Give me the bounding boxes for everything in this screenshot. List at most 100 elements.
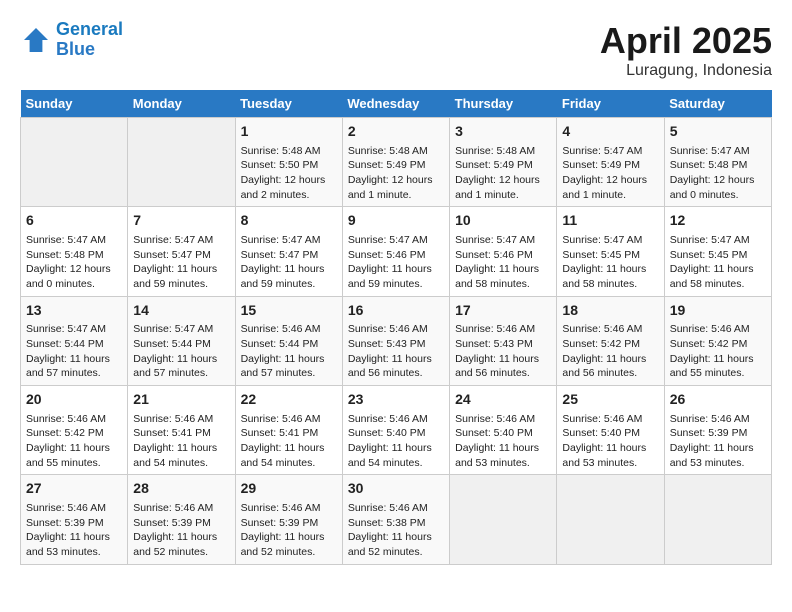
header-thursday: Thursday xyxy=(450,90,557,118)
calendar-cell xyxy=(664,475,771,564)
day-info: Sunrise: 5:48 AMSunset: 5:50 PMDaylight:… xyxy=(241,145,326,201)
day-info: Sunrise: 5:46 AMSunset: 5:38 PMDaylight:… xyxy=(348,502,432,558)
header-monday: Monday xyxy=(128,90,235,118)
header-saturday: Saturday xyxy=(664,90,771,118)
day-info: Sunrise: 5:47 AMSunset: 5:48 PMDaylight:… xyxy=(670,145,755,201)
day-info: Sunrise: 5:46 AMSunset: 5:39 PMDaylight:… xyxy=(26,502,110,558)
day-info: Sunrise: 5:47 AMSunset: 5:46 PMDaylight:… xyxy=(348,234,432,290)
calendar-cell: 30 Sunrise: 5:46 AMSunset: 5:38 PMDayligh… xyxy=(342,475,449,564)
calendar-cell: 17Sunrise: 5:46 AMSunset: 5:43 PMDayligh… xyxy=(450,296,557,385)
day-number: 6 xyxy=(26,211,122,231)
calendar-cell: 8 Sunrise: 5:47 AMSunset: 5:47 PMDaylight… xyxy=(235,207,342,296)
calendar-cell: 29Sunrise: 5:46 AMSunset: 5:39 PMDayligh… xyxy=(235,475,342,564)
calendar-cell xyxy=(21,118,128,207)
day-info: Sunrise: 5:46 AMSunset: 5:41 PMDaylight:… xyxy=(241,413,325,469)
day-number: 11 xyxy=(562,211,658,231)
calendar-cell: 7Sunrise: 5:47 AMSunset: 5:47 PMDaylight… xyxy=(128,207,235,296)
day-number: 25 xyxy=(562,390,658,410)
day-info: Sunrise: 5:46 AMSunset: 5:43 PMDaylight:… xyxy=(455,323,539,379)
calendar-cell: 26Sunrise: 5:46 AMSunset: 5:39 PMDayligh… xyxy=(664,386,771,475)
day-number: 5 xyxy=(670,122,766,142)
calendar-week-row: 13Sunrise: 5:47 AMSunset: 5:44 PMDayligh… xyxy=(21,296,772,385)
calendar-cell: 2 Sunrise: 5:48 AMSunset: 5:49 PMDaylight… xyxy=(342,118,449,207)
day-number: 8 xyxy=(241,211,337,231)
day-number: 9 xyxy=(348,211,444,231)
day-number: 17 xyxy=(455,301,551,321)
calendar-cell: 5 Sunrise: 5:47 AMSunset: 5:48 PMDaylight… xyxy=(664,118,771,207)
day-info: Sunrise: 5:47 AMSunset: 5:45 PMDaylight:… xyxy=(562,234,646,290)
day-info: Sunrise: 5:47 AMSunset: 5:47 PMDaylight:… xyxy=(133,234,217,290)
day-info: Sunrise: 5:47 AMSunset: 5:48 PMDaylight:… xyxy=(26,234,111,290)
page-title: April 2025 xyxy=(600,20,772,62)
calendar-cell: 24 Sunrise: 5:46 AMSunset: 5:40 PMDayligh… xyxy=(450,386,557,475)
day-number: 29 xyxy=(241,479,337,499)
day-info: Sunrise: 5:46 AMSunset: 5:40 PMDaylight:… xyxy=(455,413,539,469)
title-block: April 2025 Luragung, Indonesia xyxy=(600,20,772,80)
day-info: Sunrise: 5:46 AMSunset: 5:43 PMDaylight:… xyxy=(348,323,432,379)
day-number: 15 xyxy=(241,301,337,321)
day-number: 1 xyxy=(241,122,337,142)
calendar-week-row: 20Sunrise: 5:46 AMSunset: 5:42 PMDayligh… xyxy=(21,386,772,475)
calendar-cell: 4Sunrise: 5:47 AMSunset: 5:49 PMDaylight… xyxy=(557,118,664,207)
calendar-cell: 15Sunrise: 5:46 AMSunset: 5:44 PMDayligh… xyxy=(235,296,342,385)
calendar-cell: 3 Sunrise: 5:48 AMSunset: 5:49 PMDaylight… xyxy=(450,118,557,207)
day-info: Sunrise: 5:47 AMSunset: 5:47 PMDaylight:… xyxy=(241,234,325,290)
day-number: 22 xyxy=(241,390,337,410)
day-number: 14 xyxy=(133,301,229,321)
day-info: Sunrise: 5:46 AMSunset: 5:40 PMDaylight:… xyxy=(348,413,432,469)
calendar-cell: 11 Sunrise: 5:47 AMSunset: 5:45 PMDayligh… xyxy=(557,207,664,296)
day-number: 19 xyxy=(670,301,766,321)
day-number: 16 xyxy=(348,301,444,321)
day-number: 4 xyxy=(562,122,658,142)
header-tuesday: Tuesday xyxy=(235,90,342,118)
day-number: 18 xyxy=(562,301,658,321)
calendar-cell: 18Sunrise: 5:46 AMSunset: 5:42 PMDayligh… xyxy=(557,296,664,385)
day-number: 10 xyxy=(455,211,551,231)
day-info: Sunrise: 5:48 AMSunset: 5:49 PMDaylight:… xyxy=(455,145,540,201)
day-info: Sunrise: 5:46 AMSunset: 5:42 PMDaylight:… xyxy=(670,323,754,379)
calendar-cell: 23 Sunrise: 5:46 AMSunset: 5:40 PMDayligh… xyxy=(342,386,449,475)
calendar-cell: 19Sunrise: 5:46 AMSunset: 5:42 PMDayligh… xyxy=(664,296,771,385)
calendar-cell: 27 Sunrise: 5:46 AMSunset: 5:39 PMDayligh… xyxy=(21,475,128,564)
calendar-cell: 20Sunrise: 5:46 AMSunset: 5:42 PMDayligh… xyxy=(21,386,128,475)
calendar-week-row: 1 Sunrise: 5:48 AMSunset: 5:50 PMDaylight… xyxy=(21,118,772,207)
day-number: 3 xyxy=(455,122,551,142)
calendar-cell: 22 Sunrise: 5:46 AMSunset: 5:41 PMDayligh… xyxy=(235,386,342,475)
day-number: 23 xyxy=(348,390,444,410)
day-info: Sunrise: 5:46 AMSunset: 5:44 PMDaylight:… xyxy=(241,323,325,379)
calendar-cell: 16Sunrise: 5:46 AMSunset: 5:43 PMDayligh… xyxy=(342,296,449,385)
day-number: 13 xyxy=(26,301,122,321)
logo-icon xyxy=(20,24,52,56)
calendar-cell xyxy=(128,118,235,207)
day-info: Sunrise: 5:46 AMSunset: 5:42 PMDaylight:… xyxy=(562,323,646,379)
day-info: Sunrise: 5:46 AMSunset: 5:42 PMDaylight:… xyxy=(26,413,110,469)
day-number: 2 xyxy=(348,122,444,142)
calendar-cell: 1 Sunrise: 5:48 AMSunset: 5:50 PMDaylight… xyxy=(235,118,342,207)
calendar-cell xyxy=(557,475,664,564)
day-info: Sunrise: 5:47 AMSunset: 5:46 PMDaylight:… xyxy=(455,234,539,290)
day-info: Sunrise: 5:47 AMSunset: 5:45 PMDaylight:… xyxy=(670,234,754,290)
header-friday: Friday xyxy=(557,90,664,118)
calendar-cell: 21Sunrise: 5:46 AMSunset: 5:41 PMDayligh… xyxy=(128,386,235,475)
day-number: 30 xyxy=(348,479,444,499)
day-number: 26 xyxy=(670,390,766,410)
calendar-table: Sunday Monday Tuesday Wednesday Thursday… xyxy=(20,90,772,565)
calendar-cell: 28Sunrise: 5:46 AMSunset: 5:39 PMDayligh… xyxy=(128,475,235,564)
day-number: 24 xyxy=(455,390,551,410)
day-info: Sunrise: 5:46 AMSunset: 5:40 PMDaylight:… xyxy=(562,413,646,469)
calendar-week-row: 6 Sunrise: 5:47 AMSunset: 5:48 PMDaylight… xyxy=(21,207,772,296)
day-number: 28 xyxy=(133,479,229,499)
day-info: Sunrise: 5:48 AMSunset: 5:49 PMDaylight:… xyxy=(348,145,433,201)
day-info: Sunrise: 5:47 AMSunset: 5:44 PMDaylight:… xyxy=(26,323,110,379)
calendar-cell: 25 Sunrise: 5:46 AMSunset: 5:40 PMDayligh… xyxy=(557,386,664,475)
logo-line2: Blue xyxy=(56,39,95,59)
logo-text: General Blue xyxy=(56,20,123,60)
page-header: General Blue April 2025 Luragung, Indone… xyxy=(20,20,772,80)
logo: General Blue xyxy=(20,20,123,60)
calendar-cell: 6 Sunrise: 5:47 AMSunset: 5:48 PMDaylight… xyxy=(21,207,128,296)
calendar-cell: 9 Sunrise: 5:47 AMSunset: 5:46 PMDaylight… xyxy=(342,207,449,296)
day-number: 27 xyxy=(26,479,122,499)
calendar-cell: 14Sunrise: 5:47 AMSunset: 5:44 PMDayligh… xyxy=(128,296,235,385)
calendar-week-row: 27 Sunrise: 5:46 AMSunset: 5:39 PMDayligh… xyxy=(21,475,772,564)
header-wednesday: Wednesday xyxy=(342,90,449,118)
